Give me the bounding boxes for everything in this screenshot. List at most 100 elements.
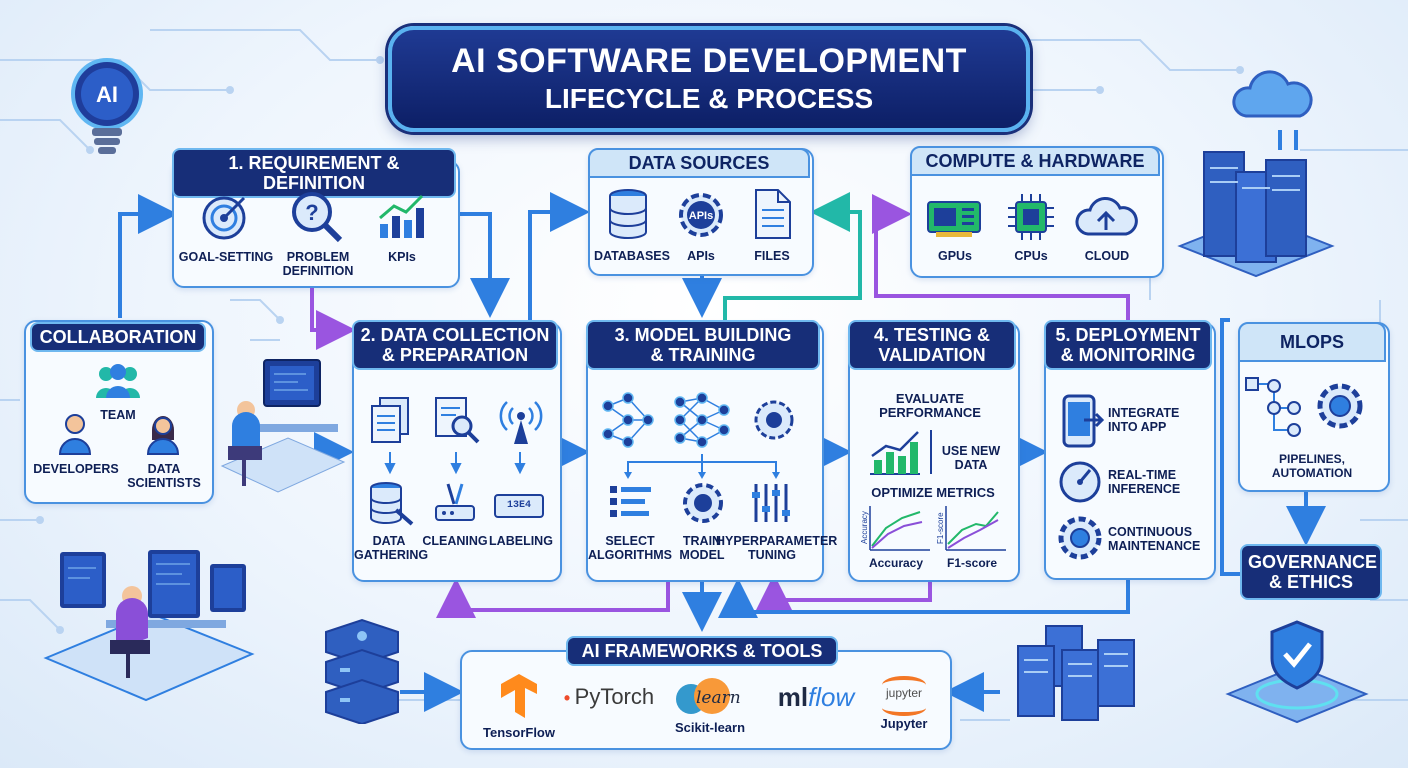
mlops-title: MLOPS: [1238, 322, 1386, 362]
use-new-data-label: USE NEW DATA: [941, 444, 1001, 472]
label-tag-text: 13E4: [506, 500, 531, 511]
jupyter-tool[interactable]: jupyter Jupyter: [868, 674, 940, 742]
api-icon-text: APIs: [689, 210, 713, 222]
document-search-icon: [435, 397, 480, 444]
integrate-into-app-label: INTEGRATE INTO APP: [1108, 406, 1180, 434]
labeling-label: LABELING: [489, 534, 553, 548]
developer-icon: [58, 414, 92, 455]
team-label: TEAM: [100, 408, 136, 422]
title-line2: LIFECYCLE & PROCESS: [544, 83, 874, 114]
documents-icon: [371, 397, 409, 443]
cleaning-tray-icon: [435, 483, 475, 521]
ai-badge-text: AI: [96, 82, 118, 107]
svg-text:?: ?: [305, 200, 318, 225]
hyperparameter-tuning-label: HYPERPARAMETER TUNING: [716, 534, 838, 562]
maintenance-gear-icon: [1058, 516, 1102, 560]
f1-score-chart-label: F1-score: [946, 556, 998, 570]
tensorflow-logo-icon: [501, 674, 537, 718]
coder-desk-illustration: [43, 550, 255, 702]
collaboration-title: COLLABORATION: [30, 322, 206, 352]
title-banner: AI SOFTWARE DEVELOPMENT LIFECYCLE & PROC…: [388, 26, 1030, 132]
train-model-gear-icon: [683, 483, 723, 523]
jupyter-logo-text: jupyter: [885, 686, 923, 700]
automation-gear-icon: [1317, 383, 1363, 429]
pytorch-flame-icon: •: [563, 688, 571, 708]
f1-mini-chart: F1-score: [936, 506, 1006, 551]
cloud-upload-icon: [1075, 197, 1138, 236]
model-branch-arrows: [624, 454, 780, 479]
real-time-inference-label: REAL-TIME INFERENCE: [1108, 468, 1181, 496]
database-tools-icon: [370, 482, 414, 526]
api-gear-icon: APIs: [679, 193, 723, 237]
scikit-learn-caption: Scikit-learn: [674, 720, 746, 735]
databases-label: DATABASES: [594, 249, 670, 263]
f1-axis-label: F1-score: [936, 512, 945, 544]
deployment-title: 5. DEPLOYMENT & MONITORING: [1044, 320, 1212, 370]
title-line1: AI SOFTWARE DEVELOPMENT: [451, 42, 967, 80]
gpus-label: GPUs: [937, 249, 973, 263]
governance-title: GOVERNANCE & ETHICS: [1240, 544, 1382, 600]
phone-app-icon: [1062, 394, 1104, 448]
data-sources-title: DATA SOURCES: [588, 148, 810, 178]
developer-workstation-illustration: [220, 359, 346, 493]
kpis-label: KPIs: [388, 250, 416, 264]
jupyter-arc-bottom-icon: [882, 700, 926, 716]
apis-label: APIs: [687, 249, 715, 263]
scikit-learn-tool[interactable]: learn Scikit-learn: [668, 676, 752, 742]
question-magnifier-icon: ?: [292, 192, 343, 243]
pytorch-logo-text: PyTorch: [574, 684, 655, 709]
testing-divider: [930, 430, 932, 474]
data-scientists-label: DATA SCIENTISTS: [127, 462, 201, 490]
performance-chart-icon: [870, 431, 920, 475]
continuous-maintenance-label: CONTINUOUS MAINTENANCE: [1108, 525, 1201, 553]
database-icon: [609, 189, 647, 239]
data-scientist-icon: [146, 416, 180, 455]
server-stack-left-icon: [325, 618, 399, 724]
pipeline-icon: [1245, 377, 1301, 437]
testing-title: 4. TESTING & VALIDATION: [848, 320, 1016, 370]
server-cloud-icon: [1177, 70, 1335, 278]
algorithm-list-icon: [610, 486, 651, 517]
cleaning-label: CLEANING: [422, 534, 488, 548]
antenna-icon: [499, 401, 543, 444]
label-tag-icon: 13E4: [494, 494, 544, 518]
server-cluster-right-icon: [1017, 625, 1135, 721]
neural-network-icons: [602, 392, 794, 448]
files-label: FILES: [754, 249, 790, 263]
mlops-caption: PIPELINES, AUTOMATION: [1271, 452, 1353, 480]
problem-definition-label: PROBLEM DEFINITION: [282, 250, 354, 278]
scikit-learn-logo-text: learn: [696, 688, 741, 708]
tensorflow-caption: TensorFlow: [483, 725, 555, 740]
data-gathering-arrows: [384, 452, 526, 475]
scikit-learn-logo: learn: [668, 676, 752, 716]
goal-setting-label: GOAL-SETTING: [178, 250, 274, 264]
shield-check-icon: [1225, 620, 1369, 724]
gauge-icon: [1059, 461, 1101, 503]
file-icon: [755, 189, 791, 239]
mlflow-logo-flow: flow: [808, 682, 855, 712]
data-collection-title: 2. DATA COLLECTION & PREPARATION: [352, 320, 558, 370]
team-icon: [96, 364, 140, 398]
cpu-icon: [1008, 194, 1054, 240]
optimize-metrics-label: OPTIMIZE METRICS: [871, 485, 995, 500]
accuracy-chart-label: Accuracy: [868, 556, 924, 570]
accuracy-axis-label: Accuracy: [860, 511, 869, 544]
frameworks-title: AI FRAMEWORKS & TOOLS: [566, 636, 838, 666]
cpus-label: CPUs: [1014, 249, 1048, 263]
model-building-title: 3. MODEL BUILDING & TRAINING: [586, 320, 820, 370]
ai-lightbulb-icon: AI: [71, 58, 143, 154]
tensorflow-tool[interactable]: TensorFlow: [474, 672, 564, 742]
pytorch-tool[interactable]: • PyTorch: [558, 684, 660, 718]
tuning-sliders-icon: [752, 484, 790, 522]
compute-title: COMPUTE & HARDWARE: [910, 146, 1160, 176]
target-icon: [202, 196, 246, 240]
kpi-chart-icon: [379, 194, 424, 238]
jupyter-logo: jupyter: [880, 674, 928, 716]
mlflow-logo-ml: ml: [777, 682, 809, 712]
data-gathering-label: DATA GATHERING: [354, 534, 429, 562]
gpu-icon: [927, 201, 981, 237]
evaluate-performance-label: EVALUATE PERFORMANCE: [879, 391, 981, 420]
jupyter-caption: Jupyter: [880, 716, 928, 731]
mlflow-tool[interactable]: mlflow: [766, 682, 866, 718]
developers-label: DEVELOPERS: [33, 462, 119, 476]
